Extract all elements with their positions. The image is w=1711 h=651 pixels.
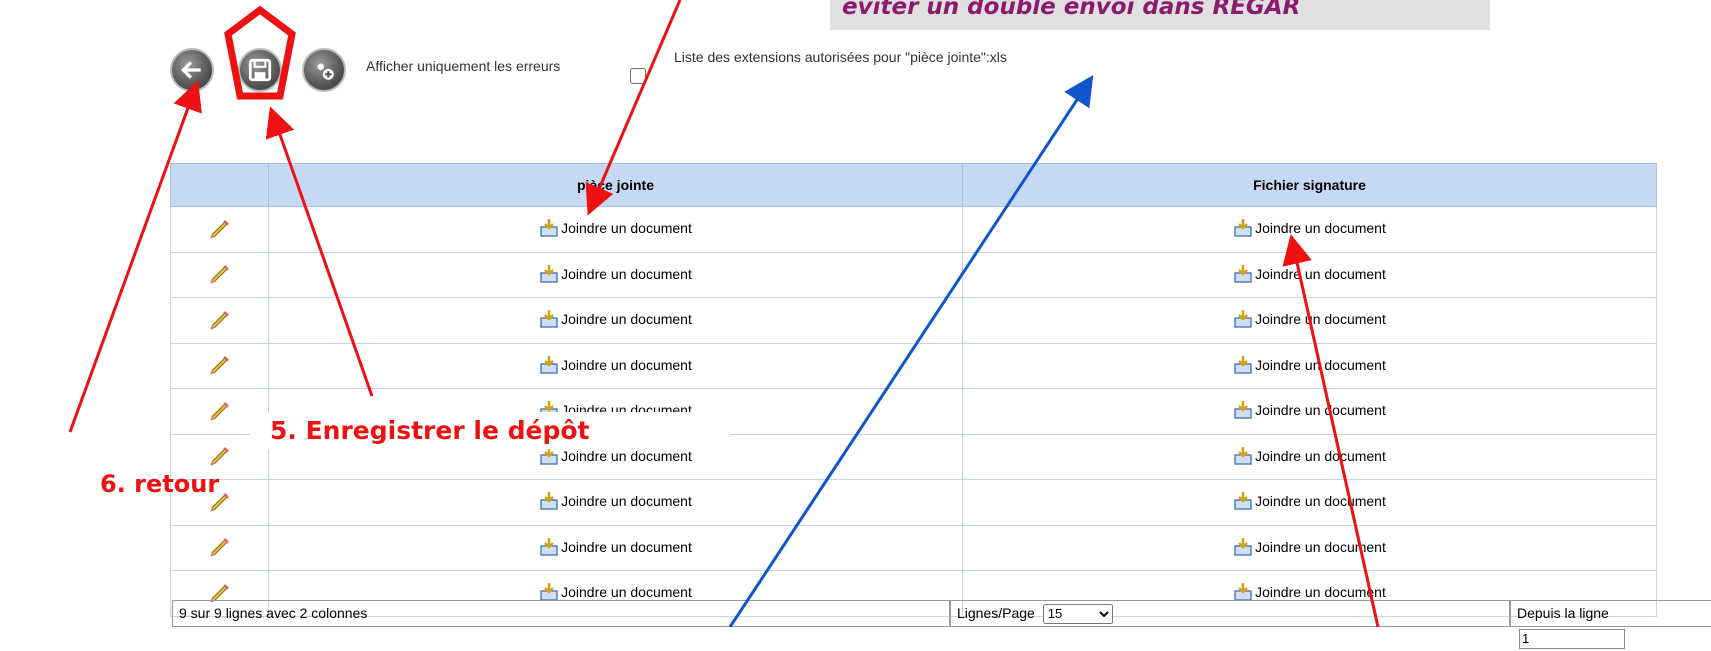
annotation-save: 5. Enregistrer le dépôt xyxy=(250,412,730,449)
back-arrow xyxy=(68,80,202,433)
annotation-back: 6. retour xyxy=(100,470,220,498)
save-arrow xyxy=(265,106,374,397)
annotation-arrows xyxy=(68,0,1380,627)
save-highlight-pentagon xyxy=(224,5,296,100)
from-line-input[interactable] xyxy=(1519,628,1625,649)
signature-arrow xyxy=(1282,234,1380,627)
extensions-arrow xyxy=(728,74,1094,627)
piece-jointe-arrow xyxy=(585,0,682,216)
